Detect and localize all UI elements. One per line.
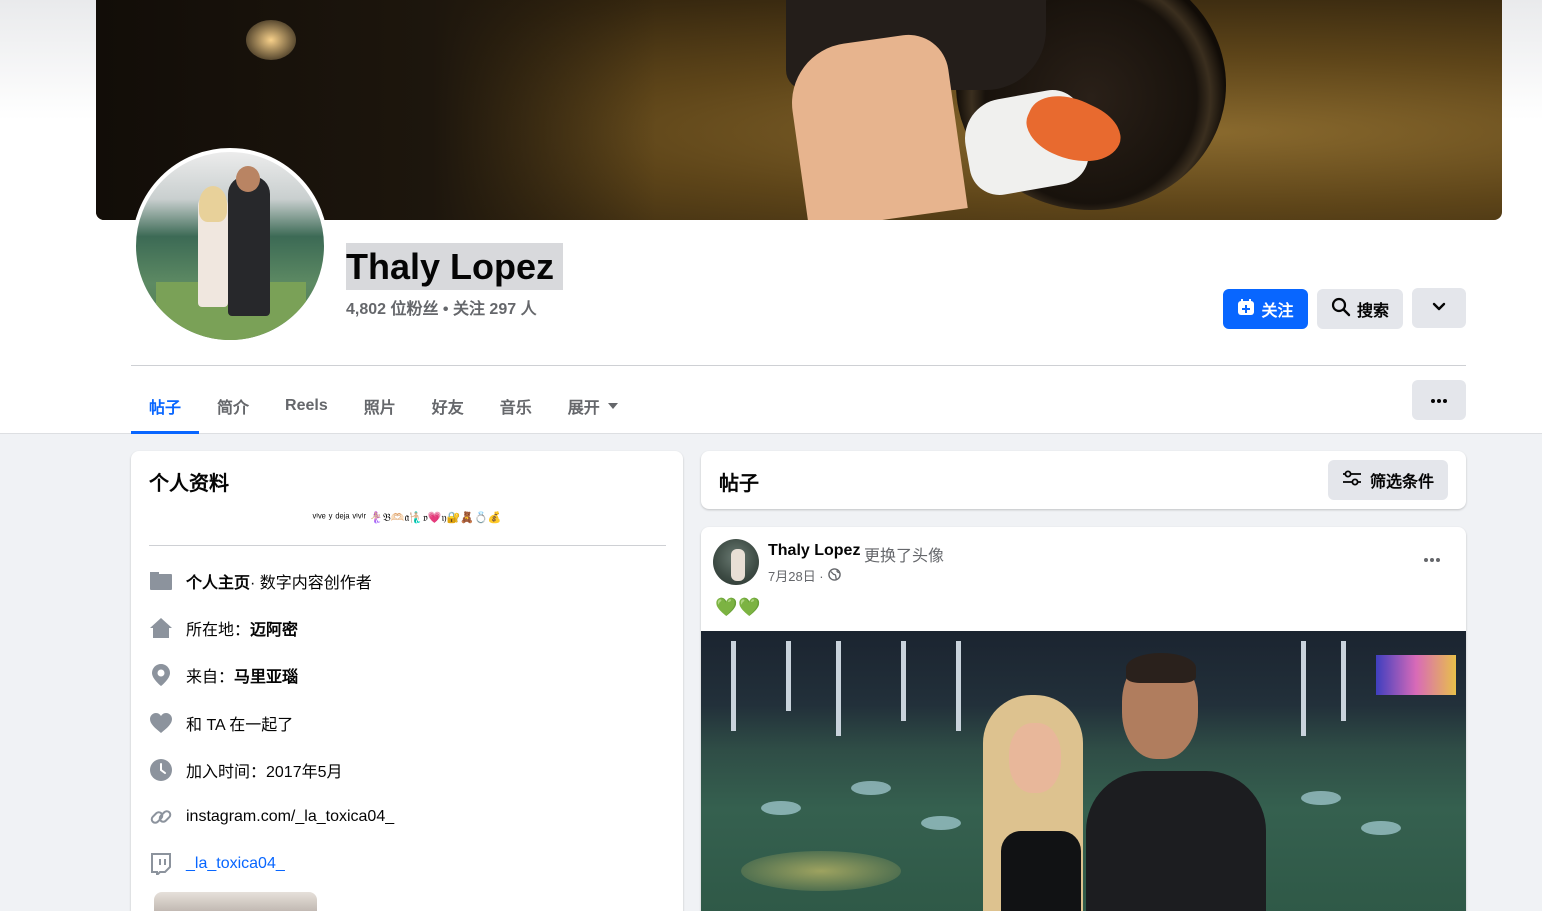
intro-card: 个人资料 ᵛⁱᵛᵉ ʸ ᵈᵉʲᵃ ᵛⁱᵛⁱʳ 🧜🏼‍♀️𝔅🫶🏻𝔞🧜🏼‍♂️𝔳💗𝔶… — [131, 451, 683, 911]
clock-icon — [149, 758, 173, 782]
tab-friends[interactable]: 好友 — [414, 378, 482, 434]
tab-music[interactable]: 音乐 — [482, 378, 550, 434]
post-author-name[interactable]: Thaly Lopez — [768, 542, 860, 560]
tab-more[interactable]: 展开 — [550, 378, 636, 434]
tab-reels[interactable]: Reels — [267, 378, 346, 434]
post-action-text: 更换了头像 — [864, 548, 945, 565]
twitch-icon — [149, 852, 173, 876]
intro-relationship: 和 TA 在一起了 — [149, 708, 293, 738]
intro-from: 来自： 马里亚瑙 — [149, 660, 298, 690]
follow-icon — [1237, 298, 1255, 321]
search-button[interactable]: 搜索 — [1317, 289, 1403, 329]
filter-label: 筛选条件 — [1369, 474, 1434, 491]
globe-icon — [827, 567, 841, 584]
follow-label: 关注 — [1261, 303, 1294, 320]
header-divider — [131, 365, 1466, 366]
intro-page-category: 个人主页 · 数字内容创作者 — [149, 566, 372, 596]
post-timestamp[interactable]: 7月28日 · — [768, 566, 841, 585]
follow-button[interactable]: 关注 — [1223, 289, 1308, 329]
post-card: Thaly Lopez 更换了头像 7月28日 · 💚💚 — [701, 527, 1466, 911]
dropdown-caret-icon — [607, 403, 618, 409]
profile-avatar[interactable] — [132, 148, 328, 344]
tab-posts[interactable]: 帖子 — [131, 378, 200, 434]
intro-joined: 加入时间：2017年5月 — [149, 755, 343, 785]
intro-lives-in: 所在地： 迈阿密 — [149, 613, 298, 643]
chevron-down-icon — [1432, 299, 1446, 317]
search-icon — [1331, 297, 1351, 322]
link-icon — [149, 805, 173, 829]
tab-options-button[interactable] — [1412, 380, 1466, 420]
page-flag-icon — [149, 569, 173, 593]
location-pin-icon — [149, 663, 173, 687]
featured-photo[interactable] — [154, 892, 317, 911]
intro-twitch-link[interactable]: _la_toxica04_ — [149, 849, 285, 879]
posts-title: 帖子 — [719, 473, 759, 495]
intro-title: 个人资料 — [149, 473, 229, 495]
more-options-button[interactable] — [1412, 288, 1466, 328]
profile-name: Thaly Lopez — [346, 243, 564, 290]
post-author-avatar[interactable] — [713, 539, 759, 585]
filter-button[interactable]: 筛选条件 — [1328, 460, 1448, 500]
post-menu-button[interactable] — [1418, 549, 1446, 569]
posts-header-card: 帖子 筛选条件 — [701, 451, 1466, 509]
more-dots-icon — [1430, 391, 1448, 409]
profile-header: Thaly Lopez 4,802 位粉丝 • 关注 297 人 关注 搜索 帖… — [0, 0, 1542, 434]
post-text: 💚💚 — [715, 597, 762, 617]
heart-icon — [149, 711, 173, 735]
intro-divider — [149, 545, 666, 546]
follower-stats[interactable]: 4,802 位粉丝 • 关注 297 人 — [346, 295, 537, 319]
search-label: 搜索 — [1356, 303, 1389, 320]
more-dots-icon — [1423, 550, 1441, 568]
home-icon — [149, 616, 173, 640]
filter-sliders-icon — [1342, 470, 1362, 491]
profile-tabs: 帖子 简介 Reels 照片 好友 音乐 展开 — [131, 378, 636, 434]
intro-instagram-link[interactable]: instagram.com/_la_toxica04_ — [149, 802, 394, 832]
post-photo[interactable] — [701, 631, 1466, 911]
tab-photos[interactable]: 照片 — [346, 378, 414, 434]
intro-bio: ᵛⁱᵛᵉ ʸ ᵈᵉʲᵃ ᵛⁱᵛⁱʳ 🧜🏼‍♀️𝔅🫶🏻𝔞🧜🏼‍♂️𝔳💗𝔶🔐🧸💍💰 — [312, 512, 502, 524]
tab-about[interactable]: 简介 — [199, 378, 267, 434]
